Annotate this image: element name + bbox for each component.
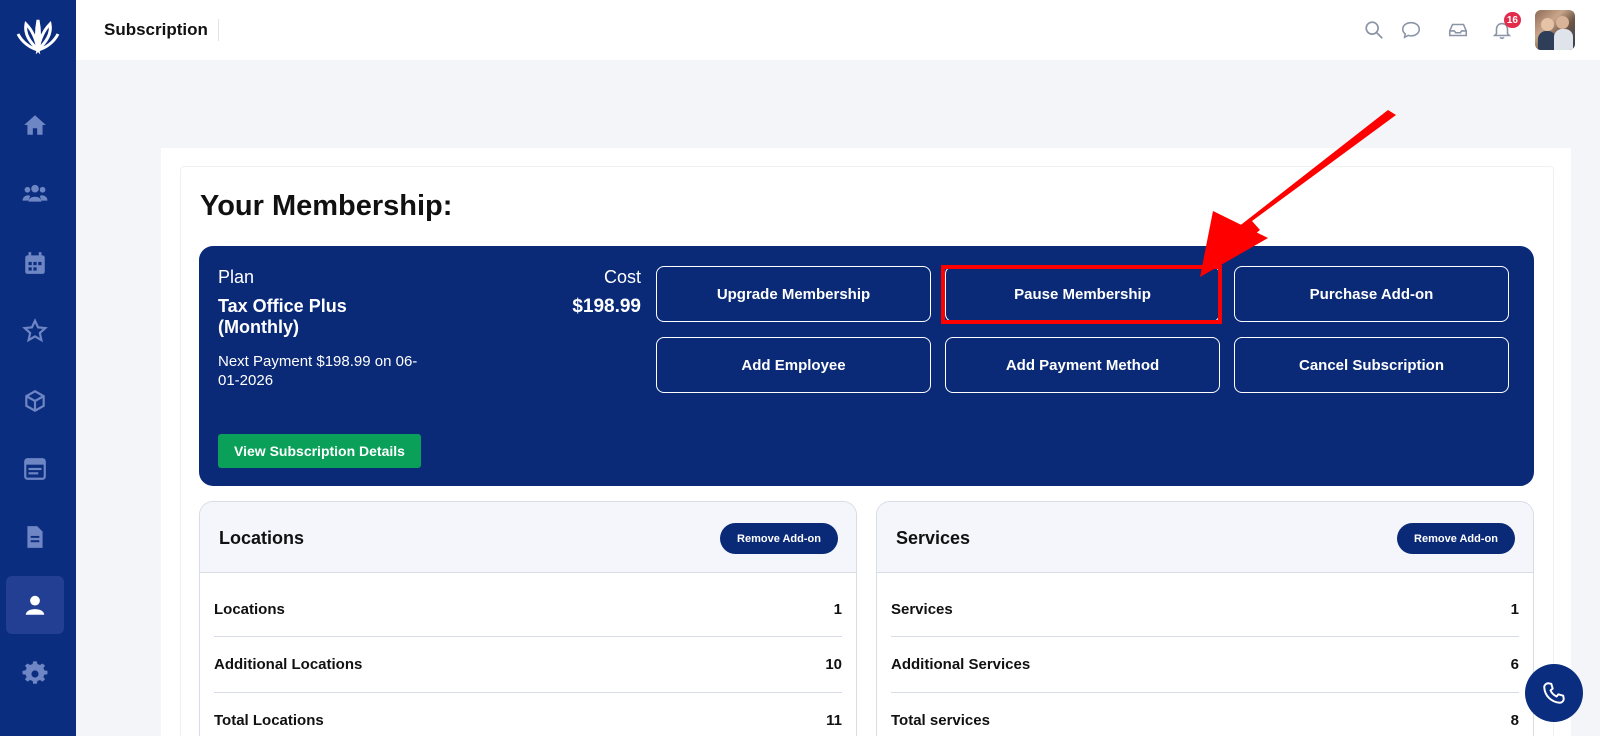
box-icon <box>25 390 45 412</box>
remove-locations-addon-button[interactable]: Remove Add-on <box>720 523 838 554</box>
table-row: Total Locations 11 <box>214 692 842 736</box>
row-label: Additional Services <box>891 656 1031 673</box>
services-card-header: Services Remove Add-on <box>877 502 1533 573</box>
services-card-title: Services <box>896 528 971 548</box>
sidebar-item-packages[interactable] <box>6 372 64 430</box>
cancel-subscription-button[interactable]: Cancel Subscription <box>1234 337 1509 393</box>
sidebar-item-documents[interactable] <box>6 508 64 566</box>
search-icon <box>1365 21 1383 39</box>
calendar-icon <box>25 252 45 274</box>
sidebar-item-home[interactable] <box>6 96 64 154</box>
table-row: Services 1 <box>891 581 1519 637</box>
row-label: Locations <box>214 600 285 618</box>
gear-icon <box>22 661 48 684</box>
view-subscription-details-button[interactable]: View Subscription Details <box>218 434 421 468</box>
locations-card: Locations Remove Add-on Locations 1 Addi… <box>199 501 857 736</box>
page-title: Subscription <box>104 19 219 41</box>
row-value: 1 <box>1510 600 1519 618</box>
avatar[interactable] <box>1535 10 1575 50</box>
sidebar-item-calendar[interactable] <box>6 234 64 292</box>
row-value: 10 <box>825 656 842 673</box>
locations-card-header: Locations Remove Add-on <box>200 502 856 573</box>
remove-services-addon-button[interactable]: Remove Add-on <box>1397 523 1515 554</box>
row-value: 1 <box>833 600 842 618</box>
users-icon <box>22 184 48 202</box>
membership-heading: Your Membership: <box>200 190 453 222</box>
call-button[interactable] <box>1525 664 1583 722</box>
sidebar <box>0 0 76 736</box>
phone-icon <box>1543 682 1565 704</box>
upgrade-membership-button[interactable]: Upgrade Membership <box>656 266 931 322</box>
cost-label: Cost <box>603 267 641 287</box>
table-row: Total services 8 <box>891 692 1519 736</box>
row-label: Additional Locations <box>214 656 363 673</box>
highlight-box <box>941 265 1222 324</box>
table-row: Additional Locations 10 <box>214 636 842 692</box>
membership-summary: Plan Tax Office Plus (Monthly) Next Paym… <box>199 246 1534 486</box>
browser-icon <box>24 458 46 480</box>
brand-logo[interactable] <box>14 16 62 56</box>
inbox-button[interactable] <box>1446 18 1470 42</box>
table-row: Locations 1 <box>214 581 842 637</box>
next-payment: Next Payment $198.99 on 06-01-2026 <box>218 353 418 389</box>
services-card: Services Remove Add-on Services 1 Additi… <box>876 501 1534 736</box>
notifications-button[interactable]: 16 <box>1490 12 1521 42</box>
table-row: Additional Services 6 <box>891 636 1519 692</box>
row-value: 11 <box>826 712 842 729</box>
search-button[interactable] <box>1362 18 1386 42</box>
row-value: 8 <box>1510 712 1519 729</box>
row-label: Services <box>891 600 953 618</box>
document-icon <box>27 526 43 548</box>
home-icon <box>24 115 46 135</box>
add-employee-button[interactable]: Add Employee <box>656 337 931 393</box>
purchase-addon-button[interactable]: Purchase Add-on <box>1234 266 1509 322</box>
plan-label: Plan <box>218 267 255 287</box>
plan-name: Tax Office Plus (Monthly) <box>218 296 347 337</box>
row-value: 6 <box>1510 656 1519 673</box>
row-label: Total services <box>891 712 990 729</box>
star-icon <box>22 318 48 343</box>
user-icon <box>25 595 45 615</box>
locations-card-title: Locations <box>219 528 305 548</box>
sidebar-item-settings[interactable] <box>6 645 64 703</box>
add-payment-method-button[interactable]: Add Payment Method <box>945 337 1220 393</box>
chat-icon <box>1401 21 1421 39</box>
sidebar-item-website[interactable] <box>6 440 64 498</box>
sidebar-item-users[interactable] <box>6 164 64 222</box>
sidebar-item-favorites[interactable] <box>6 302 64 360</box>
inbox-icon <box>1448 23 1468 37</box>
messages-button[interactable] <box>1399 18 1423 42</box>
row-label: Total Locations <box>214 712 324 729</box>
cost-value: $198.99 <box>572 296 641 317</box>
sidebar-item-account[interactable] <box>6 576 64 634</box>
notification-badge: 16 <box>1503 12 1521 28</box>
topbar: Subscription 16 <box>76 0 1600 60</box>
